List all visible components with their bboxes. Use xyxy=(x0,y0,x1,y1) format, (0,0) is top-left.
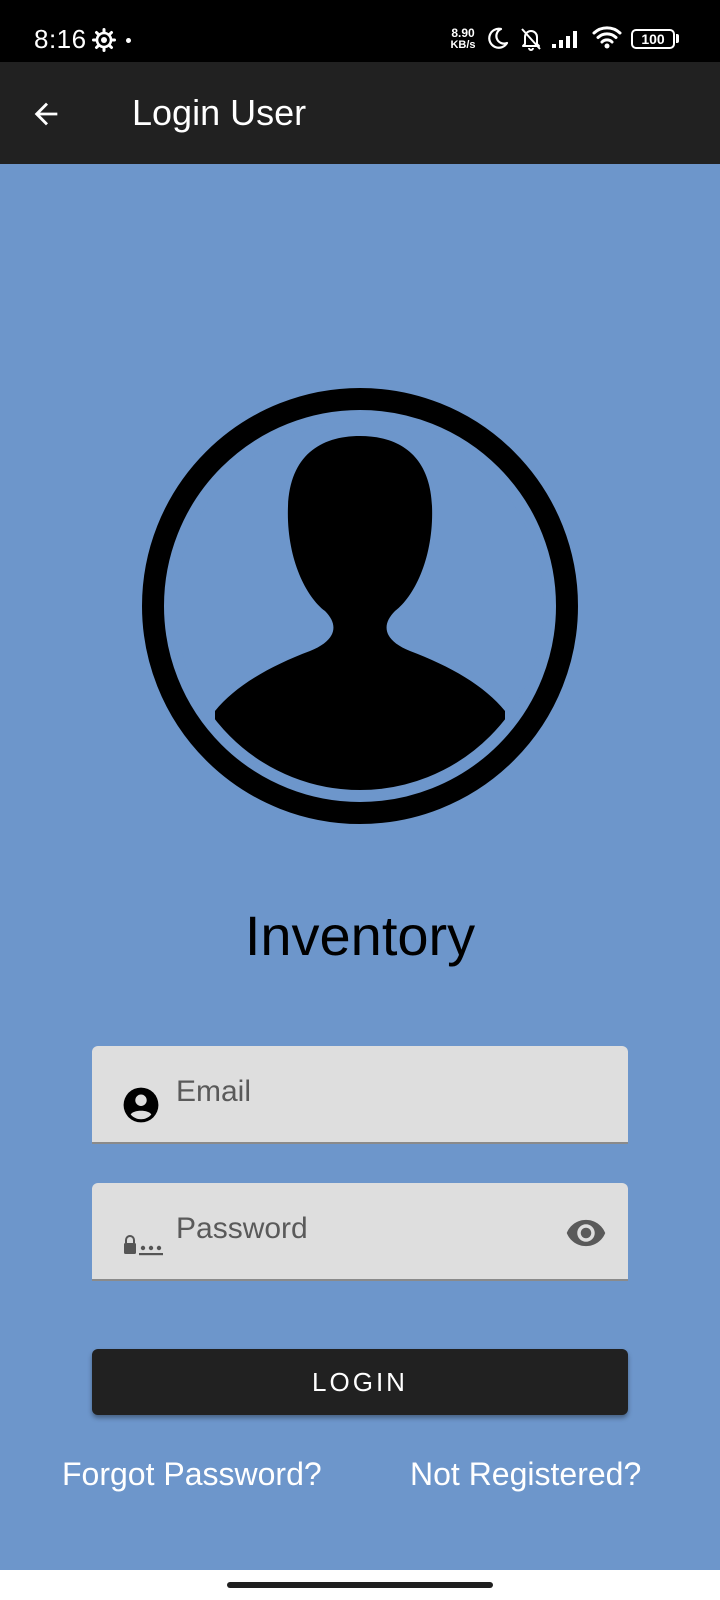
battery-icon: 100 xyxy=(631,29,675,49)
page-title: Login User xyxy=(132,92,307,133)
battery-tip xyxy=(676,34,679,43)
not-registered-link[interactable]: Not Registered? xyxy=(410,1454,641,1494)
forgot-password-link[interactable]: Forgot Password? xyxy=(62,1454,322,1494)
login-button[interactable]: LOGIN xyxy=(92,1349,628,1415)
net-speed-value: 8.90 xyxy=(451,26,475,40)
status-bar: 8:16 8.90 KB/s 100 xyxy=(0,0,720,62)
app-name: Inventory xyxy=(244,904,476,967)
account-circle-icon xyxy=(123,1087,159,1123)
password-input[interactable] xyxy=(176,1201,536,1257)
signal-icon xyxy=(552,31,577,48)
password-icon xyxy=(124,1235,163,1256)
net-speed-unit: KB/s xyxy=(450,39,476,51)
net-speed: 8.90 KB/s xyxy=(447,27,479,51)
app-bar: Login User xyxy=(0,62,720,164)
gear-icon xyxy=(92,28,116,52)
login-screen: Inventory LOGIN Forgot Password? Not Reg… xyxy=(0,164,720,1570)
user-avatar-icon xyxy=(142,388,578,824)
eye-icon xyxy=(566,1219,606,1247)
wifi-icon xyxy=(592,26,622,49)
notification-dot xyxy=(126,38,131,43)
email-input[interactable] xyxy=(176,1064,536,1120)
bell-off-icon xyxy=(521,28,541,51)
system-nav-bar xyxy=(0,1570,720,1600)
arrow-back-icon xyxy=(34,102,58,126)
password-field[interactable] xyxy=(92,1183,628,1281)
back-button[interactable] xyxy=(22,90,70,138)
email-field[interactable] xyxy=(92,1046,628,1144)
toggle-password-visibility[interactable] xyxy=(564,1211,608,1255)
dnd-moon-icon xyxy=(488,27,509,49)
home-indicator[interactable] xyxy=(227,1582,493,1588)
status-time: 8:16 xyxy=(34,24,87,54)
battery-level: 100 xyxy=(641,31,665,47)
